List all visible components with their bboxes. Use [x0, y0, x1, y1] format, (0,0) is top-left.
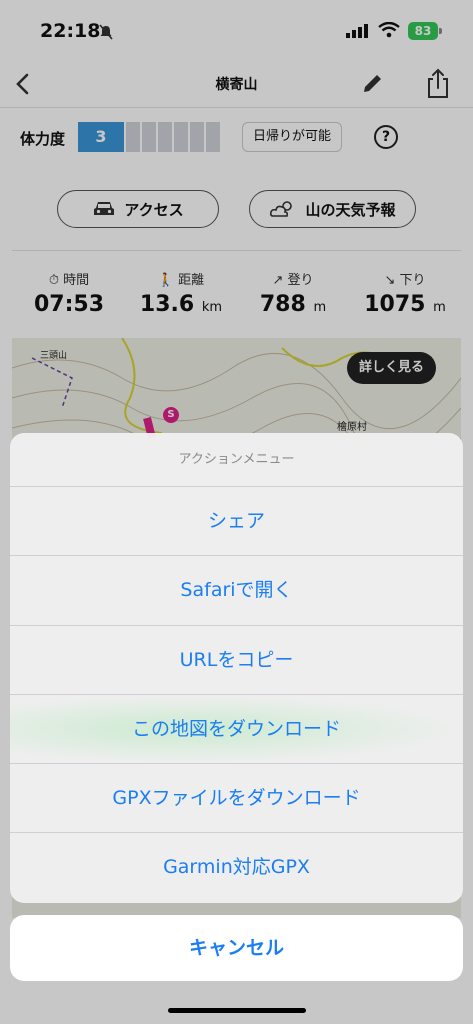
action-copy-url[interactable]: URLをコピー: [10, 626, 463, 695]
cancel-button[interactable]: キャンセル: [10, 915, 463, 981]
action-download-map[interactable]: この地図をダウンロード: [10, 694, 463, 765]
action-garmin-gpx[interactable]: Garmin対応GPX: [10, 833, 463, 902]
action-open-safari[interactable]: Safariで開く: [10, 556, 463, 626]
action-download-gpx[interactable]: GPXファイルをダウンロード: [10, 764, 463, 834]
action-share[interactable]: シェア: [10, 487, 463, 557]
action-sheet-title: アクションメニュー: [10, 433, 463, 487]
action-sheet: アクションメニュー シェア Safariで開く URLをコピー この地図をダウン…: [10, 433, 463, 903]
